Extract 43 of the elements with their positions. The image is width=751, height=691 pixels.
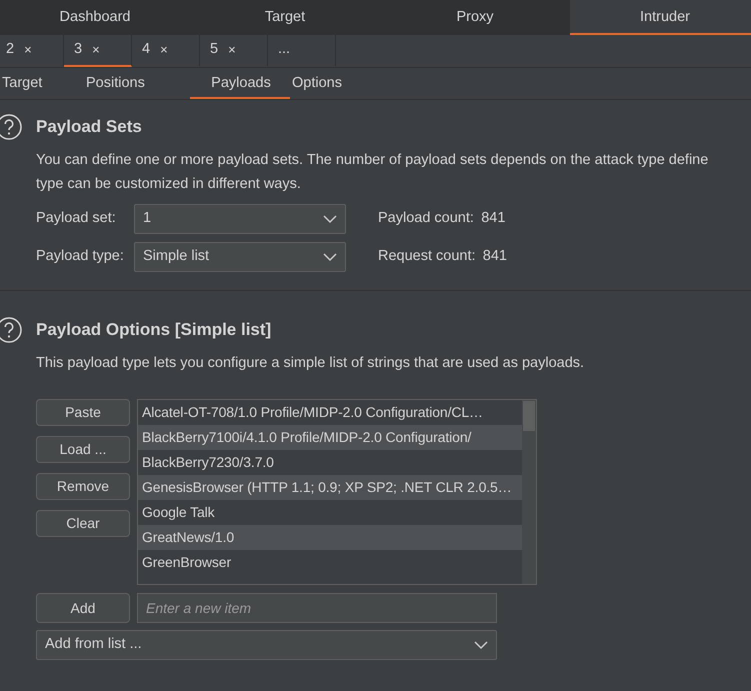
help-icon[interactable] [0,114,22,140]
main-tab[interactable]: Intruder [570,0,751,35]
info-label: Payload count: [378,209,474,228]
main-tab[interactable]: Target [190,0,380,35]
section-title: Payload Options [Simple list] [36,319,272,341]
close-icon[interactable]: × [92,40,100,60]
list-item[interactable]: GreatNews/1.0 [138,525,522,550]
add-from-list-dropdown[interactable]: Add from list ... [36,630,497,660]
chevron-down-icon [323,214,337,224]
dropdown[interactable]: Simple list [134,242,346,272]
field-label: Payload set: [36,209,117,228]
sub-tab[interactable]: Payloads [190,68,290,99]
help-icon[interactable] [0,317,22,343]
chevron-down-icon [323,252,337,262]
info-label: Request count: [378,247,476,266]
close-icon[interactable]: × [228,40,236,60]
sub-tab[interactable]: Positions [84,68,184,99]
dropdown[interactable]: 1 [134,204,346,234]
payload-list[interactable] [137,399,537,585]
sub-tab[interactable]: Target [0,68,84,99]
list-action-button[interactable]: Remove [36,473,130,500]
field-label: Payload type: [36,247,125,266]
main-tab[interactable]: Proxy [380,0,570,35]
section-title: Payload Sets [36,116,143,138]
scrollbar-thumb[interactable] [523,401,535,431]
attack-tab[interactable]: 3 × [64,35,132,67]
chevron-down-icon [474,640,488,650]
list-item[interactable]: BlackBerry7100i/4.1.0 Profile/MIDP-2.0 Configuration/ [138,425,522,450]
list-action-button[interactable]: Paste [36,399,130,426]
new-item-field[interactable]: Enter a new item [137,593,497,623]
scrollbar[interactable] [522,400,536,584]
close-icon[interactable]: × [24,40,32,60]
section-description: This payload type lets you configure a simple list of strings that are used as payloads. [36,354,584,373]
section-description: You can define one or more payload sets. The number of payload sets depends on the attack type define type can be customized in different ways. [36,151,708,194]
close-icon[interactable]: × [160,40,168,60]
add-button[interactable]: Add [36,593,130,623]
info-value: 841 [482,247,507,266]
list-action-button[interactable]: Load ... [36,436,130,463]
list-action-button[interactable]: Clear [36,510,130,537]
info-value: 841 [481,209,506,228]
list-item[interactable]: GenesisBrowser (HTTP 1.1; 0.9; XP SP2; .NET CLR 2.0.5… [138,475,522,500]
sub-tab[interactable]: Options [290,68,374,99]
main-tab[interactable]: Dashboard [0,0,190,35]
